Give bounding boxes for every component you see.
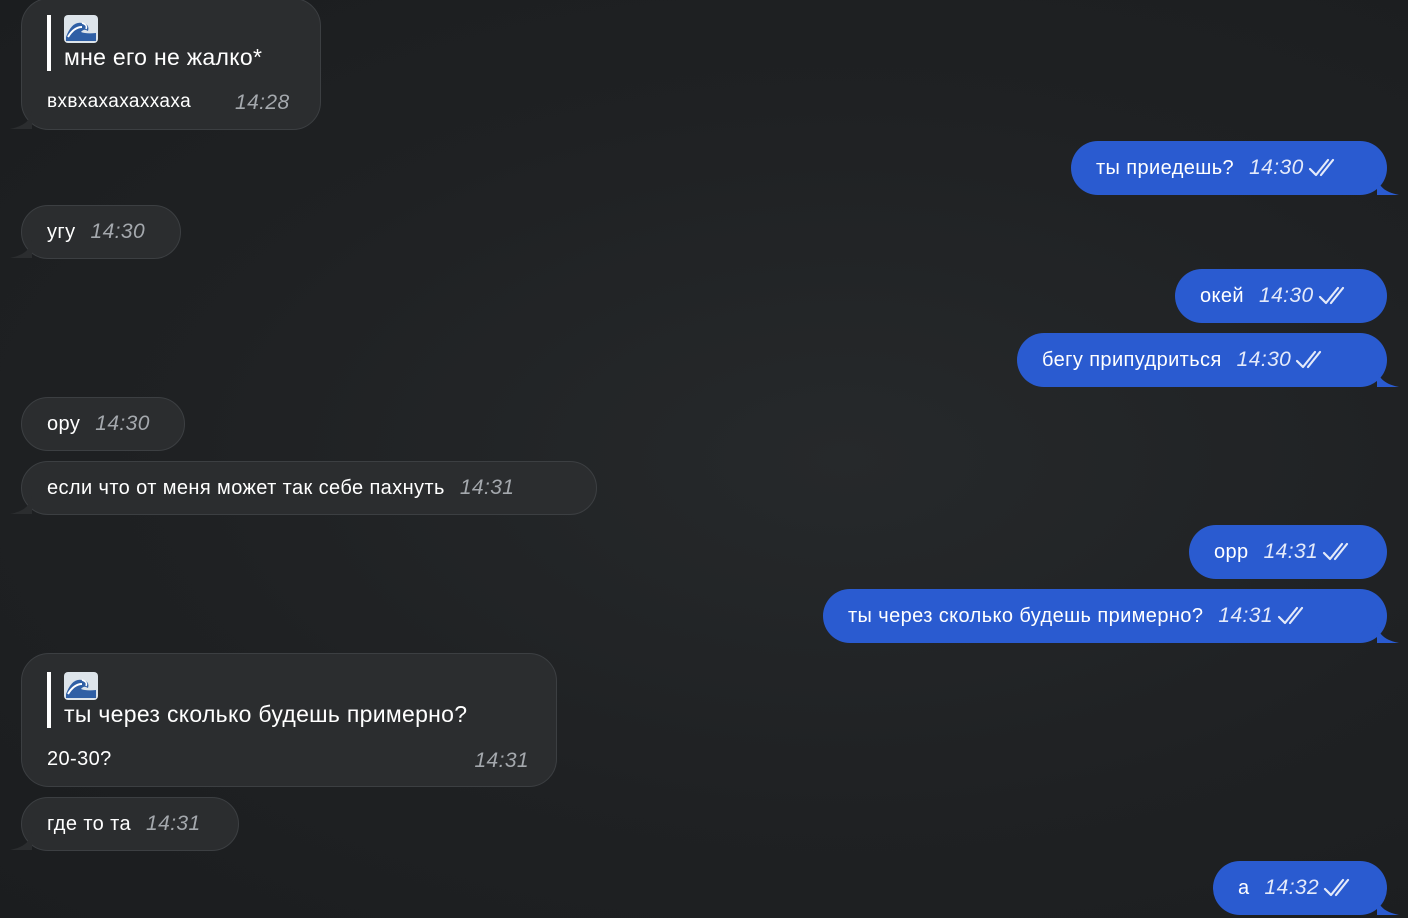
- message-text: ты приедешь?: [1096, 157, 1235, 179]
- quote-text: ты через сколько будешь примерно?: [64, 701, 468, 727]
- quote-text: мне его не жалко*: [64, 44, 263, 70]
- message-text: где то та: [47, 813, 132, 835]
- message-bubble-outgoing[interactable]: орр 14:31: [1189, 525, 1387, 579]
- message-text: бегу припудриться: [1042, 349, 1222, 371]
- message-bubble-incoming[interactable]: мне его не жалко* вхвхахахаххаха 14:28: [10, 0, 321, 130]
- message-text: ору: [47, 413, 81, 435]
- reply-quote[interactable]: мне его не жалко*: [47, 15, 262, 71]
- message-time: 14:31: [459, 476, 515, 499]
- double-check-icon: [1323, 878, 1350, 897]
- message-time: 14:30: [90, 220, 146, 243]
- double-check-icon: [1308, 158, 1334, 177]
- message-time: 14:31: [1218, 604, 1273, 627]
- message-time: 14:31: [146, 812, 201, 835]
- message-text: если что от меня может так себе пахнуть: [47, 477, 445, 499]
- message-text: окей: [1200, 285, 1244, 307]
- message-time: 14:30: [1259, 284, 1314, 307]
- message-bubble-outgoing[interactable]: а 14:32: [1213, 861, 1399, 915]
- bubble-tail: [1377, 625, 1399, 643]
- message-bubble-outgoing[interactable]: окей 14:30: [1175, 269, 1387, 323]
- message-bubble-incoming[interactable]: если что от меня может так себе пахнуть …: [10, 461, 597, 515]
- bubble-tail: [10, 832, 32, 850]
- double-check-icon: [1277, 606, 1304, 625]
- message-text: ты через сколько будешь примерно?: [848, 605, 1204, 627]
- message-text: угу: [47, 221, 76, 243]
- wave-emoji-icon: [64, 672, 98, 700]
- message-time: 14:32: [1264, 876, 1320, 899]
- bubble-tail: [10, 111, 32, 129]
- message-bubble-outgoing[interactable]: бегу припудриться 14:30: [1017, 333, 1399, 387]
- message-bubble-outgoing[interactable]: ты приедешь? 14:30: [1071, 141, 1399, 195]
- double-check-icon: [1323, 542, 1349, 561]
- message-text: 20-30?: [47, 748, 112, 770]
- message-bubble-incoming[interactable]: ты через сколько будешь примерно? 20-30?…: [21, 653, 557, 787]
- message-time: 14:30: [1236, 348, 1292, 371]
- message-bubble-incoming[interactable]: где то та 14:31: [10, 797, 239, 851]
- message-time: 14:31: [1263, 540, 1319, 563]
- message-text: орр: [1214, 541, 1249, 563]
- bubble-tail: [1377, 177, 1399, 195]
- chat-messages-area[interactable]: мне его не жалко* вхвхахахаххаха 14:28 т…: [0, 0, 1408, 918]
- message-text: вхвхахахаххаха: [47, 91, 192, 112]
- message-bubble-outgoing[interactable]: ты через сколько будешь примерно? 14:31: [823, 589, 1399, 643]
- message-bubble-incoming[interactable]: угу 14:30: [10, 205, 181, 259]
- message-time: 14:30: [95, 412, 150, 435]
- reply-quote[interactable]: ты через сколько будешь примерно?: [47, 672, 467, 728]
- message-time: 14:28: [235, 91, 290, 114]
- double-check-icon: [1318, 286, 1344, 305]
- message-text: а: [1238, 877, 1250, 899]
- bubble-tail: [1377, 369, 1399, 387]
- bubble-tail: [1377, 897, 1399, 915]
- message-time: 14:31: [474, 749, 529, 772]
- double-check-icon: [1296, 350, 1322, 369]
- message-time: 14:30: [1249, 156, 1304, 179]
- bubble-tail: [10, 496, 32, 514]
- bubble-tail: [10, 240, 32, 258]
- message-bubble-incoming[interactable]: ору 14:30: [21, 397, 185, 451]
- wave-emoji-icon: [64, 15, 98, 43]
